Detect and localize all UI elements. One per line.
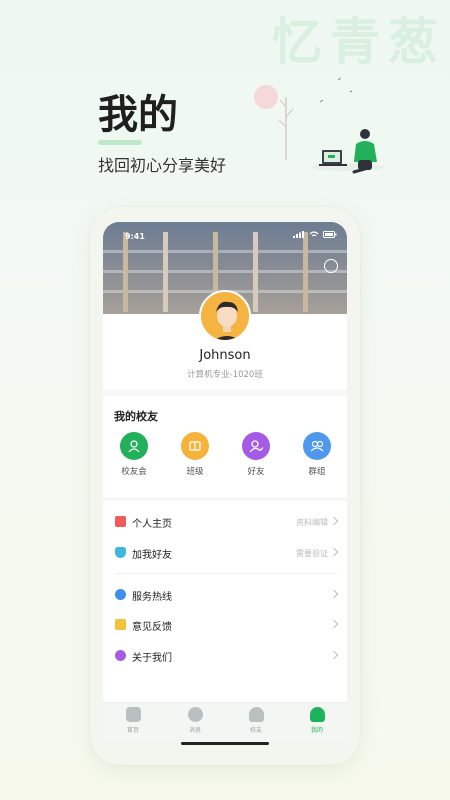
friend-button[interactable]: 好友 bbox=[231, 432, 281, 477]
user-avatar-icon bbox=[214, 301, 240, 340]
group-button[interactable]: 群组 bbox=[292, 432, 342, 477]
menu-item-label: 意见反馈 bbox=[132, 622, 172, 633]
tab-messages[interactable]: 消息 bbox=[175, 707, 215, 734]
menu-item-label: 关于我们 bbox=[132, 653, 172, 664]
chevron-right-icon bbox=[329, 516, 339, 526]
phone-icon bbox=[115, 589, 126, 600]
chevron-right-icon bbox=[329, 547, 339, 557]
tab-label: 消息 bbox=[188, 727, 201, 734]
tab-home[interactable]: 首页 bbox=[113, 707, 153, 734]
friend-icon bbox=[242, 432, 270, 460]
user-name: Johnson bbox=[199, 348, 251, 363]
page-title: 我的 bbox=[98, 92, 178, 138]
group-label: 群组 bbox=[308, 467, 326, 477]
chevron-right-icon bbox=[329, 650, 339, 660]
title-underline bbox=[98, 140, 142, 145]
menu-divider bbox=[115, 573, 337, 574]
settings-gear-icon[interactable] bbox=[324, 259, 338, 273]
shelf-line bbox=[103, 270, 347, 273]
page-subtitle: 找回初心分享美好 bbox=[98, 156, 227, 175]
info-icon bbox=[115, 650, 126, 661]
status-time: 9:41 bbox=[125, 232, 145, 241]
menu-item-profile-home[interactable]: 个人主页 资料编辑 bbox=[103, 509, 347, 535]
profile-card-icon bbox=[115, 516, 126, 527]
tab-alumni[interactable]: 校友 bbox=[236, 707, 276, 734]
chevron-right-icon bbox=[329, 619, 339, 629]
shelf-post bbox=[303, 232, 308, 312]
home-icon bbox=[125, 707, 141, 722]
chevron-right-icon bbox=[329, 589, 339, 599]
me-icon bbox=[309, 707, 325, 722]
message-icon bbox=[187, 707, 203, 722]
home-indicator bbox=[181, 742, 269, 745]
class-button[interactable]: 班级 bbox=[170, 432, 220, 477]
group-icon bbox=[303, 432, 331, 460]
tab-me[interactable]: 我的 bbox=[297, 707, 337, 734]
shelf-post bbox=[253, 232, 258, 312]
section-divider bbox=[103, 497, 347, 501]
menu-item-label: 个人主页 bbox=[132, 519, 172, 530]
menu-item-hint: 资料编辑 bbox=[296, 518, 328, 527]
shelf-post bbox=[123, 232, 128, 312]
signal-icon bbox=[293, 231, 304, 238]
menu-item-about-us[interactable]: 关于我们 bbox=[103, 643, 347, 669]
phone-mockup: 9:41 Johnson 计算机专业-1020班 我的校友 校友会 班级 好友 … bbox=[90, 207, 360, 765]
app-screen: 9:41 Johnson 计算机专业-1020班 我的校友 校友会 班级 好友 … bbox=[103, 222, 347, 742]
alumni-grid: 校友会 班级 好友 群组 bbox=[103, 432, 347, 484]
bottom-tab-bar: 首页 消息 校友 我的 bbox=[103, 702, 347, 742]
friend-label: 好友 bbox=[247, 467, 265, 477]
shield-check-icon bbox=[115, 547, 126, 558]
brand-watermark: 忆青葱 bbox=[272, 13, 446, 71]
student-laptop-illustration bbox=[254, 77, 384, 174]
wifi-icon bbox=[309, 231, 319, 237]
feedback-icon bbox=[115, 619, 126, 630]
tab-label: 首页 bbox=[126, 727, 139, 734]
menu-item-hint: 需要验证 bbox=[296, 549, 328, 558]
class-icon bbox=[181, 432, 209, 460]
alumni-section-title: 我的校友 bbox=[114, 410, 158, 423]
alumni-icon bbox=[248, 707, 264, 722]
tab-label: 校友 bbox=[249, 727, 262, 734]
tab-label: 我的 bbox=[310, 727, 323, 734]
avatar[interactable] bbox=[199, 290, 251, 342]
alumni-association-icon bbox=[120, 432, 148, 460]
menu-item-service-hotline[interactable]: 服务热线 bbox=[103, 582, 347, 608]
class-label: 班级 bbox=[186, 467, 204, 477]
menu-item-label: 加我好友 bbox=[132, 550, 172, 561]
user-class-info: 计算机专业-1020班 bbox=[187, 370, 263, 380]
menu-item-add-friend[interactable]: 加我好友 需要验证 bbox=[103, 540, 347, 566]
battery-icon bbox=[323, 231, 337, 238]
shelf-post bbox=[163, 232, 168, 312]
status-icons bbox=[293, 231, 337, 238]
alumni-association-label: 校友会 bbox=[121, 467, 147, 477]
section-divider bbox=[103, 390, 347, 396]
menu-item-feedback[interactable]: 意见反馈 bbox=[103, 612, 347, 638]
alumni-association-button[interactable]: 校友会 bbox=[109, 432, 159, 477]
shelf-line bbox=[103, 250, 347, 253]
menu-item-label: 服务热线 bbox=[132, 592, 172, 603]
